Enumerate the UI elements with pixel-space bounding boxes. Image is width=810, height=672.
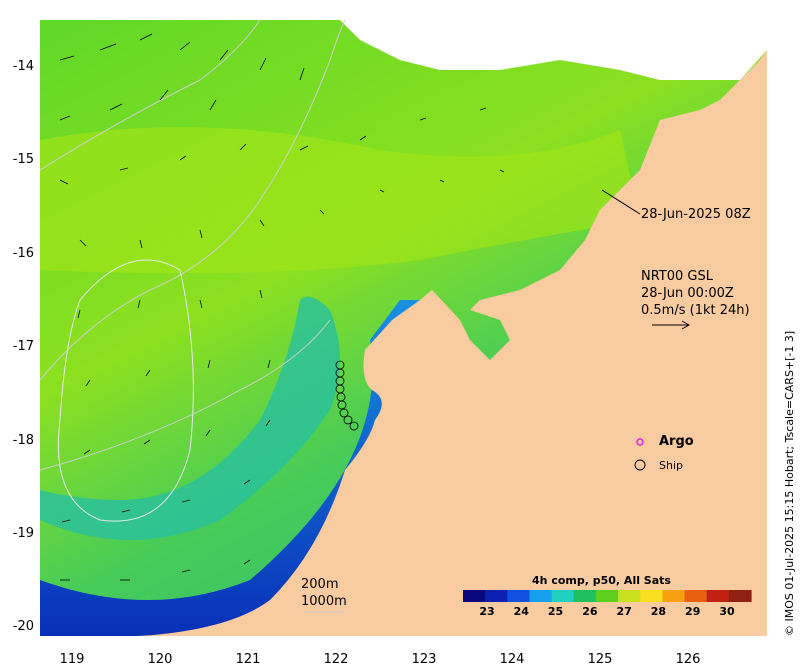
colorbar-tick-label: 25 <box>547 605 564 618</box>
colorbar-segment <box>662 590 686 602</box>
y-tick-label: -17 <box>12 339 34 354</box>
y-tick-label: -15 <box>12 152 34 167</box>
colorbar-segment <box>595 590 619 602</box>
x-tick-label: 126 <box>675 652 701 667</box>
current-model-label: NRT00 GSL <box>641 269 713 284</box>
y-tick-label: -18 <box>12 433 34 448</box>
depth-legend-lines <box>302 611 346 613</box>
colorbar-segment <box>728 590 752 602</box>
y-tick-label: -19 <box>12 526 34 541</box>
colorbar-tick-label: 28 <box>650 605 667 618</box>
colorbar-title: 4h comp, p50, All Sats <box>532 574 671 587</box>
colorbar-segment <box>684 590 708 602</box>
x-tick-label: 119 <box>59 652 85 667</box>
colorbar-segment <box>640 590 663 602</box>
x-tick-label: 123 <box>411 652 437 667</box>
legend-markers <box>634 438 646 471</box>
colorbar-tick-label: 23 <box>479 605 495 618</box>
colorbar-segment <box>485 590 508 602</box>
x-tick-label: 125 <box>587 652 613 667</box>
ship-marker-icon <box>634 459 646 471</box>
current-time-label: 28-Jun 00:00Z <box>641 286 734 301</box>
y-tick-label: -16 <box>12 246 34 261</box>
current-scale-label: 0.5m/s (1kt 24h) <box>641 303 750 318</box>
colorbar-segment <box>706 590 730 602</box>
colorbar-tick-label: 29 <box>685 605 701 618</box>
colorbar-tick-label: 24 <box>513 605 529 618</box>
colorbar-segment <box>463 590 486 602</box>
y-tick-label: -14 <box>12 59 34 74</box>
argo-legend-label: Argo <box>659 434 694 449</box>
colorbar-segment <box>573 590 597 602</box>
colorbar-tick-label: 27 <box>616 605 632 618</box>
timestamp-pointer <box>601 189 641 215</box>
y-tick-label: -20 <box>12 619 34 634</box>
colorbar-segment <box>529 590 553 602</box>
sst-map[interactable] <box>0 0 810 672</box>
colorbar-tick-label: 30 <box>719 605 735 618</box>
colorbar-segment <box>618 590 641 602</box>
credit-text: © IMOS 01-Jul-2025 15:15 Hobart; Tscale=… <box>783 330 796 636</box>
x-tick-label: 124 <box>499 652 525 667</box>
x-tick-label: 121 <box>235 652 261 667</box>
ship-legend-label: Ship <box>659 459 683 472</box>
depth-200m-label: 200m <box>301 577 339 592</box>
x-tick-label: 120 <box>147 652 173 667</box>
colorbar-tick-label: 26 <box>582 605 598 618</box>
x-tick-label: 122 <box>323 652 349 667</box>
scale-arrow-icon <box>652 320 691 330</box>
colorbar-segment <box>551 590 575 602</box>
argo-marker-icon <box>636 438 644 446</box>
timestamp-label: 28-Jun-2025 08Z <box>641 207 751 222</box>
colorbar <box>463 590 752 602</box>
colorbar-segment <box>507 590 531 602</box>
